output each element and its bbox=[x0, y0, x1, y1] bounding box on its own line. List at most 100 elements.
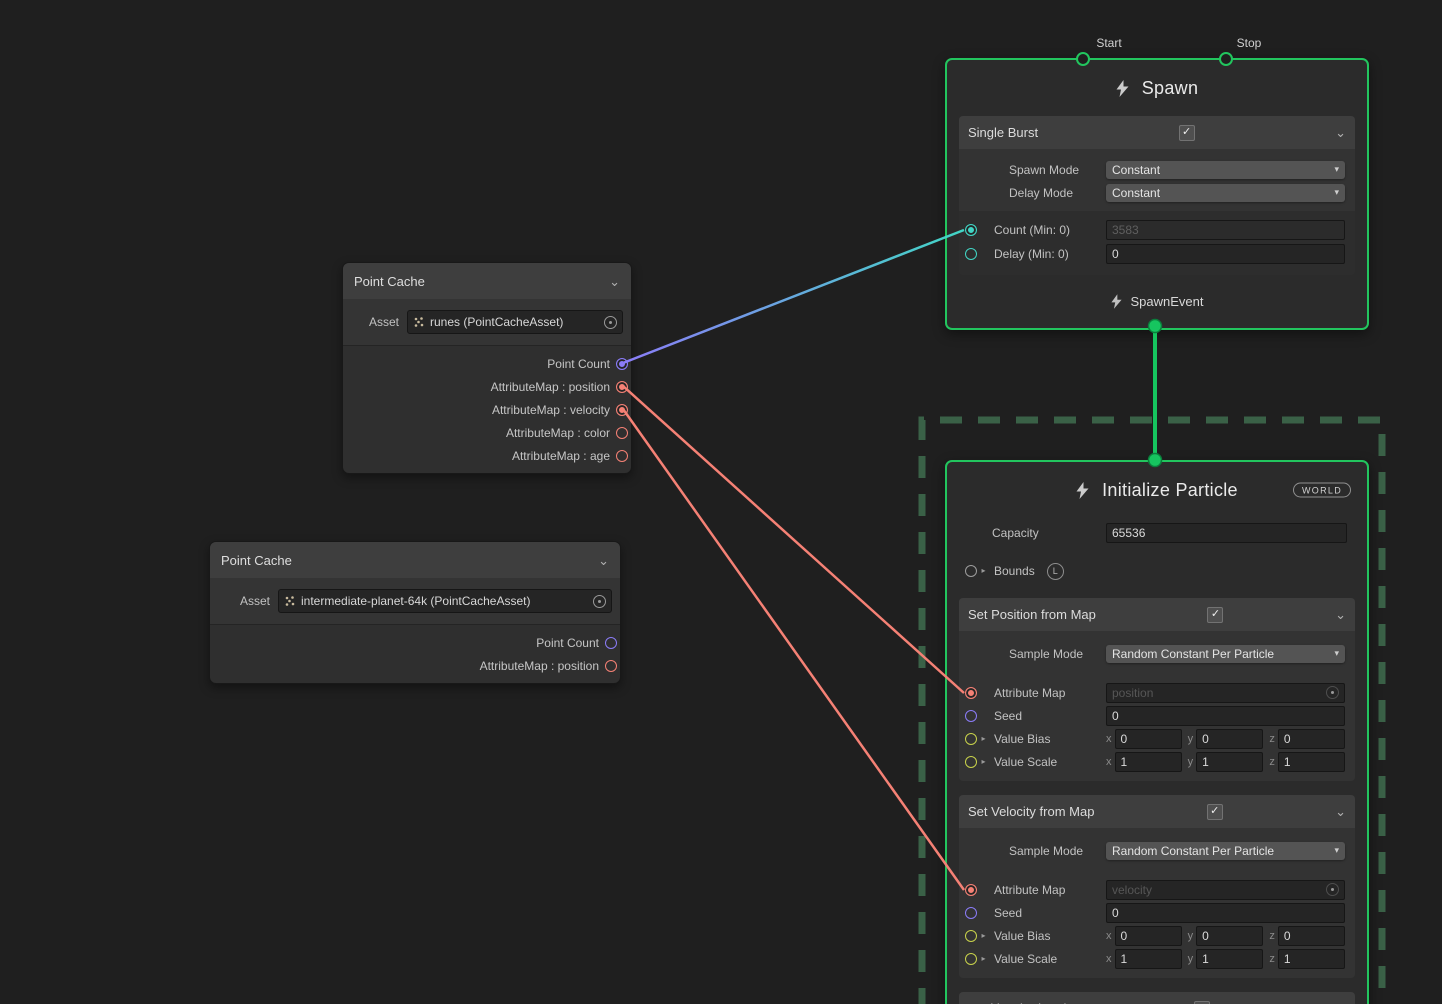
value-scale-x-field[interactable]: 1 bbox=[1115, 752, 1182, 772]
point-count-output-port[interactable] bbox=[605, 637, 617, 649]
attributemap-age-output-port[interactable] bbox=[616, 450, 628, 462]
value-scale-input-port[interactable] bbox=[965, 756, 977, 768]
point-cache-runes-header[interactable]: Point Cache ⌄ bbox=[343, 263, 631, 299]
attribute-map-input-port[interactable] bbox=[965, 884, 977, 896]
capacity-field[interactable]: 65536 bbox=[1106, 523, 1347, 543]
sample-mode-dropdown[interactable]: Random Constant Per Particle ▾ bbox=[1106, 645, 1345, 663]
set-velocity-block-header[interactable]: Set Velocity from Map ✓ ⌄ bbox=[959, 795, 1355, 828]
value-bias-y-field[interactable]: 0 bbox=[1196, 729, 1263, 749]
set-position-enabled-checkbox[interactable]: ✓ bbox=[1207, 607, 1223, 623]
bounds-input-port[interactable] bbox=[965, 565, 977, 577]
foldout-icon[interactable]: ▸ bbox=[979, 567, 988, 575]
output-row: AttributeMap : age bbox=[343, 444, 631, 467]
delay-mode-dropdown[interactable]: Constant ▾ bbox=[1106, 184, 1345, 202]
spawn-start-flow-port[interactable] bbox=[1076, 52, 1090, 66]
value-bias-y-field[interactable]: 0 bbox=[1196, 926, 1263, 946]
delay-field[interactable]: 0 bbox=[1106, 244, 1345, 264]
set-velocity-title: Set Velocity from Map bbox=[968, 804, 1094, 819]
asset-field[interactable]: runes (PointCacheAsset) bbox=[407, 310, 623, 334]
foldout-icon[interactable]: ▸ bbox=[979, 758, 988, 766]
count-field[interactable]: 3583 bbox=[1106, 220, 1345, 240]
value-bias-x-field[interactable]: 0 bbox=[1115, 729, 1182, 749]
point-cache-runes-node[interactable]: Point Cache ⌄ Asset runes (PointCacheAss… bbox=[342, 262, 632, 474]
axis-y-label: y bbox=[1188, 930, 1194, 942]
attributemap-color-output-port[interactable] bbox=[616, 427, 628, 439]
point-cache-planet-header[interactable]: Point Cache ⌄ bbox=[210, 542, 620, 578]
position-sphere-block-header[interactable]: Position (Sphere) ✓ ⌄ bbox=[959, 992, 1355, 1004]
bounds-label: Bounds bbox=[994, 564, 1035, 578]
value-scale-y-field[interactable]: 1 bbox=[1196, 949, 1263, 969]
seed-field[interactable]: 0 bbox=[1106, 903, 1345, 923]
object-picker-icon[interactable] bbox=[593, 595, 606, 608]
chevron-down-icon[interactable]: ⌄ bbox=[1335, 805, 1346, 818]
value-bias-y: 0 bbox=[1202, 732, 1209, 746]
value-scale-x-field[interactable]: 1 bbox=[1115, 949, 1182, 969]
count-input-port[interactable] bbox=[965, 224, 977, 236]
chevron-down-icon[interactable]: ⌄ bbox=[1335, 608, 1346, 621]
attribute-map-field[interactable]: position bbox=[1106, 683, 1345, 703]
single-burst-block[interactable]: Single Burst ✓ ⌄ Spawn Mode Constant ▾ D… bbox=[959, 116, 1355, 275]
edge-point-count-to-spawn-count[interactable] bbox=[623, 230, 964, 363]
chevron-down-icon[interactable]: ⌄ bbox=[1335, 126, 1346, 139]
set-position-from-map-block[interactable]: Set Position from Map ✓ ⌄ Sample Mode Ra… bbox=[959, 598, 1355, 781]
spawn-node[interactable]: Spawn Single Burst ✓ ⌄ Spawn Mode Consta… bbox=[945, 58, 1369, 330]
seed-field[interactable]: 0 bbox=[1106, 706, 1345, 726]
count-label: Count (Min: 0) bbox=[994, 223, 1070, 237]
delay-label: Delay (Min: 0) bbox=[994, 247, 1069, 261]
output-row: Point Count bbox=[210, 631, 620, 654]
value-bias-input-port[interactable] bbox=[965, 930, 977, 942]
foldout-icon[interactable]: ▸ bbox=[979, 932, 988, 940]
single-burst-block-header[interactable]: Single Burst ✓ ⌄ bbox=[959, 116, 1355, 149]
asset-field[interactable]: intermediate-planet-64k (PointCacheAsset… bbox=[278, 589, 612, 613]
foldout-icon[interactable]: ▸ bbox=[979, 735, 988, 743]
chevron-down-icon[interactable]: ⌄ bbox=[598, 554, 609, 567]
attribute-map-row: Attribute Map position bbox=[959, 682, 1355, 703]
capacity-row: Capacity 65536 bbox=[947, 518, 1367, 548]
edge-attributemap-position[interactable] bbox=[623, 386, 964, 693]
value-bias-x-field[interactable]: 0 bbox=[1115, 926, 1182, 946]
value-bias-input-port[interactable] bbox=[965, 733, 977, 745]
vfx-graph-canvas[interactable]: Start Stop Spawn Single Burst ✓ ⌄ Spawn … bbox=[0, 0, 1442, 1004]
object-picker-icon[interactable] bbox=[1326, 686, 1339, 699]
single-burst-enabled-checkbox[interactable]: ✓ bbox=[1179, 125, 1195, 141]
point-count-output-port[interactable] bbox=[616, 358, 628, 370]
value-bias-z-field[interactable]: 0 bbox=[1278, 729, 1345, 749]
set-velocity-enabled-checkbox[interactable]: ✓ bbox=[1207, 804, 1223, 820]
value-scale-y-field[interactable]: 1 bbox=[1196, 752, 1263, 772]
bounds-space-toggle[interactable]: L bbox=[1047, 563, 1064, 580]
initialize-particle-node[interactable]: Initialize Particle WORLD Capacity 65536… bbox=[945, 460, 1369, 1004]
foldout-icon[interactable]: ▸ bbox=[979, 955, 988, 963]
value-bias-z-field[interactable]: 0 bbox=[1278, 926, 1345, 946]
object-picker-icon[interactable] bbox=[1326, 883, 1339, 896]
seed-input-port[interactable] bbox=[965, 710, 977, 722]
edge-attributemap-velocity[interactable] bbox=[623, 409, 964, 890]
point-cache-planet-node[interactable]: Point Cache ⌄ Asset intermediate-planet-… bbox=[209, 541, 621, 684]
count-row: Count (Min: 0) 3583 bbox=[959, 218, 1355, 242]
attribute-map-field[interactable]: velocity bbox=[1106, 880, 1345, 900]
delay-input-port[interactable] bbox=[965, 248, 977, 260]
spawn-event-output: SpawnEvent bbox=[947, 275, 1367, 328]
world-space-badge[interactable]: WORLD bbox=[1293, 483, 1351, 498]
value-scale-z-field[interactable]: 1 bbox=[1278, 752, 1345, 772]
set-position-block-header[interactable]: Set Position from Map ✓ ⌄ bbox=[959, 598, 1355, 631]
attributemap-position-output-port[interactable] bbox=[605, 660, 617, 672]
position-sphere-block[interactable]: Position (Sphere) ✓ ⌄ bbox=[959, 992, 1355, 1004]
attributemap-position-output-port[interactable] bbox=[616, 381, 628, 393]
value-scale-z-field[interactable]: 1 bbox=[1278, 949, 1345, 969]
seed-input-port[interactable] bbox=[965, 907, 977, 919]
value-bias-z: 0 bbox=[1284, 929, 1291, 943]
spawn-stop-flow-port[interactable] bbox=[1219, 52, 1233, 66]
sample-mode-dropdown[interactable]: Random Constant Per Particle ▾ bbox=[1106, 842, 1345, 860]
point-cache-runes-outputs: Point Count AttributeMap : position Attr… bbox=[343, 346, 631, 473]
sample-mode-value: Random Constant Per Particle bbox=[1112, 844, 1274, 858]
object-picker-icon[interactable] bbox=[604, 316, 617, 329]
attributemap-velocity-output-port[interactable] bbox=[616, 404, 628, 416]
value-scale-input-port[interactable] bbox=[965, 953, 977, 965]
position-sphere-enabled-checkbox[interactable]: ✓ bbox=[1194, 1001, 1210, 1004]
point-cache-asset-icon bbox=[284, 595, 296, 607]
chevron-down-icon[interactable]: ⌄ bbox=[609, 275, 620, 288]
spawn-mode-dropdown[interactable]: Constant ▾ bbox=[1106, 161, 1345, 179]
set-velocity-from-map-block[interactable]: Set Velocity from Map ✓ ⌄ Sample Mode Ra… bbox=[959, 795, 1355, 978]
single-burst-title: Single Burst bbox=[968, 125, 1038, 140]
attribute-map-input-port[interactable] bbox=[965, 687, 977, 699]
